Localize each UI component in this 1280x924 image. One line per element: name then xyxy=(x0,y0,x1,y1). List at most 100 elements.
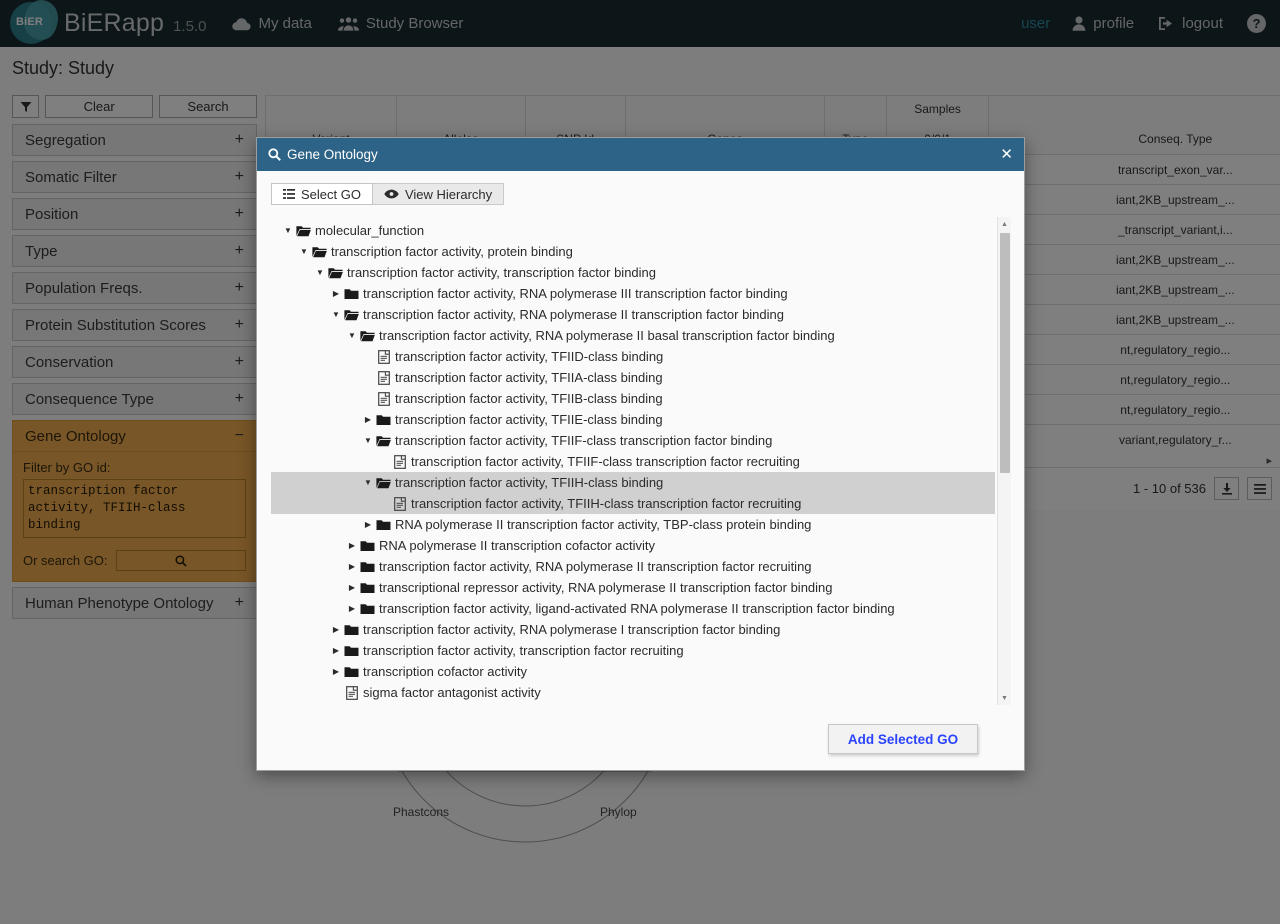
chevron-down-icon[interactable]: ▼ xyxy=(345,331,359,340)
chevron-right-icon[interactable]: ▶ xyxy=(329,625,343,634)
go-tree-node-label: transcription factor activity, transcrip… xyxy=(363,643,684,658)
go-tree-node-label: transcription factor activity, TFIIH-cla… xyxy=(395,475,664,490)
add-selected-go-button[interactable]: Add Selected GO xyxy=(828,724,978,754)
folder-closed-icon xyxy=(359,582,376,594)
go-tree-node[interactable]: ▼ molecular_function xyxy=(271,220,995,241)
chevron-right-icon[interactable]: ▶ xyxy=(345,604,359,613)
go-tree-node-label: transcription factor activity, TFIIA-cla… xyxy=(395,370,663,385)
chevron-right-icon[interactable]: ▶ xyxy=(345,541,359,550)
tab-view-hierarchy[interactable]: View Hierarchy xyxy=(372,183,505,205)
go-tree-node-label: transcription factor activity, TFIIE-cla… xyxy=(395,412,663,427)
go-tree-scrollbar[interactable]: ▲ ▼ xyxy=(997,217,1011,705)
go-tree-node[interactable]: ▼ transcription factor activity, protein … xyxy=(271,241,995,262)
chevron-right-icon[interactable]: ▶ xyxy=(361,520,375,529)
go-tree-node-label: transcription factor activity, RNA polym… xyxy=(363,286,788,301)
folder-closed-icon xyxy=(375,414,392,426)
document-icon xyxy=(391,496,408,511)
gene-ontology-modal: Gene Ontology ✕ Select GO View Hierarchy… xyxy=(256,137,1025,771)
app-root: BiER BiERapp 1.5.0 My data xyxy=(0,0,1280,924)
go-tree-node-label: transcription factor activity, TFIIH-cla… xyxy=(411,496,802,511)
document-icon xyxy=(375,349,392,364)
folder-closed-icon xyxy=(343,645,360,657)
chevron-down-icon[interactable]: ▼ xyxy=(281,226,295,235)
chevron-right-icon[interactable]: ▶ xyxy=(361,415,375,424)
folder-open-icon xyxy=(375,477,392,489)
chevron-down-icon[interactable]: ▼ xyxy=(361,436,375,445)
go-tree-node[interactable]: transcription factor activity, TFIID-cla… xyxy=(271,346,995,367)
document-icon xyxy=(343,685,360,700)
go-tree-node[interactable]: ▶ RNA polymerase II transcription factor … xyxy=(271,514,995,535)
go-tree-node-label: transcription factor activity, transcrip… xyxy=(347,265,657,280)
go-tree-node[interactable]: transcription factor activity, TFIIH-cla… xyxy=(271,493,995,514)
chevron-down-icon[interactable]: ▼ xyxy=(313,268,327,277)
folder-closed-icon xyxy=(343,288,360,300)
go-tree-node[interactable]: ▶ transcription factor activity, RNA poly… xyxy=(271,556,995,577)
folder-open-icon xyxy=(343,309,360,321)
tab-select-go-label: Select GO xyxy=(301,186,361,202)
folder-closed-icon xyxy=(375,519,392,531)
chevron-right-icon[interactable]: ▶ xyxy=(329,667,343,676)
folder-open-icon xyxy=(311,246,328,258)
go-tree-node[interactable]: ▼ transcription factor activity, TFIIH-cl… xyxy=(271,472,995,493)
go-tree: ▼ molecular_function ▼ transcription factor… xyxy=(271,217,995,703)
go-tree-node-label: molecular_function xyxy=(315,223,425,238)
list-icon xyxy=(283,189,295,199)
search-icon xyxy=(268,148,281,161)
chevron-right-icon[interactable]: ▶ xyxy=(345,583,359,592)
modal-footer: Add Selected GO xyxy=(257,708,1024,770)
chevron-right-icon[interactable]: ▶ xyxy=(345,562,359,571)
go-tree-node-label: transcription factor activity, RNA polym… xyxy=(363,307,784,322)
go-tree-node-label: transcriptional repressor activity, RNA … xyxy=(379,580,833,595)
go-tree-node[interactable]: ▶ transcription factor activity, ligand-a… xyxy=(271,598,995,619)
go-tree-node[interactable]: ▶ transcription factor activity, RNA poly… xyxy=(271,283,995,304)
modal-body: Select GO View Hierarchy ▼ molecular_func… xyxy=(257,171,1024,708)
go-tree-node-label: RNA polymerase II transcription cofactor… xyxy=(379,538,655,553)
tab-view-hierarchy-label: View Hierarchy xyxy=(404,186,493,202)
go-tree-node[interactable]: ▶ transcription factor activity, TFIIE-cl… xyxy=(271,409,995,430)
go-tree-node-label: transcription factor activity, RNA polym… xyxy=(363,622,781,637)
close-icon[interactable]: ✕ xyxy=(1000,147,1013,162)
folder-closed-icon xyxy=(359,540,376,552)
go-tree-node[interactable]: ▶ transcriptional repressor activity, RNA… xyxy=(271,577,995,598)
modal-title-group: Gene Ontology xyxy=(268,147,378,162)
folder-open-icon xyxy=(295,225,312,237)
go-tree-node[interactable]: ▼ transcription factor activity, RNA poly… xyxy=(271,325,995,346)
folder-closed-icon xyxy=(359,603,376,615)
go-tree-node-label: transcription factor activity, protein b… xyxy=(331,244,573,259)
go-tree-node[interactable]: transcription factor activity, TFIIA-cla… xyxy=(271,367,995,388)
chevron-right-icon[interactable]: ▶ xyxy=(329,289,343,298)
go-tree-node[interactable]: ▶ transcription factor activity, transcri… xyxy=(271,640,995,661)
eye-icon xyxy=(384,189,399,199)
modal-title: Gene Ontology xyxy=(287,147,378,162)
chevron-down-icon[interactable]: ▼ xyxy=(361,478,375,487)
go-tree-node-label: transcription factor activity, RNA polym… xyxy=(379,559,812,574)
go-tree-node[interactable]: ▼ transcription factor activity, RNA poly… xyxy=(271,304,995,325)
go-tree-node-label: transcription factor activity, TFIIF-cla… xyxy=(395,433,773,448)
go-tree-node[interactable]: ▶ transcription cofactor activity xyxy=(271,661,995,682)
chevron-right-icon[interactable]: ▶ xyxy=(329,646,343,655)
go-tree-container[interactable]: ▼ molecular_function ▼ transcription factor… xyxy=(271,217,1011,705)
go-tree-node[interactable]: ▼ transcription factor activity, TFIIF-cl… xyxy=(271,430,995,451)
chevron-down-icon[interactable]: ▼ xyxy=(297,247,311,256)
go-tree-node[interactable]: transcription factor activity, TFIIF-cla… xyxy=(271,451,995,472)
go-tree-node[interactable]: ▶ transcription factor activity, RNA poly… xyxy=(271,619,995,640)
document-icon xyxy=(375,391,392,406)
go-tree-node[interactable]: transcription factor activity, TFIIB-cla… xyxy=(271,388,995,409)
go-tree-node[interactable]: sigma factor antagonist activity xyxy=(271,682,995,703)
go-tree-node-label: transcription factor activity, ligand-ac… xyxy=(379,601,895,616)
go-tree-node[interactable]: ▶ RNA polymerase II transcription cofacto… xyxy=(271,535,995,556)
scroll-down-icon[interactable]: ▼ xyxy=(998,691,1011,705)
tab-select-go[interactable]: Select GO xyxy=(271,183,373,205)
modal-tabs: Select GO View Hierarchy xyxy=(271,183,1012,205)
chevron-down-icon[interactable]: ▼ xyxy=(329,310,343,319)
folder-open-icon xyxy=(375,435,392,447)
go-tree-node-label: RNA polymerase II transcription factor a… xyxy=(395,517,812,532)
go-tree-node-label: sigma factor antagonist activity xyxy=(363,685,541,700)
folder-open-icon xyxy=(359,330,376,342)
go-tree-node-label: transcription factor activity, TFIIB-cla… xyxy=(395,391,663,406)
scrollbar-thumb[interactable] xyxy=(1000,233,1010,473)
go-tree-node[interactable]: ▼ transcription factor activity, transcri… xyxy=(271,262,995,283)
folder-open-icon xyxy=(327,267,344,279)
go-tree-node-label: transcription factor activity, TFIIF-cla… xyxy=(411,454,800,469)
scroll-up-icon[interactable]: ▲ xyxy=(998,217,1011,231)
